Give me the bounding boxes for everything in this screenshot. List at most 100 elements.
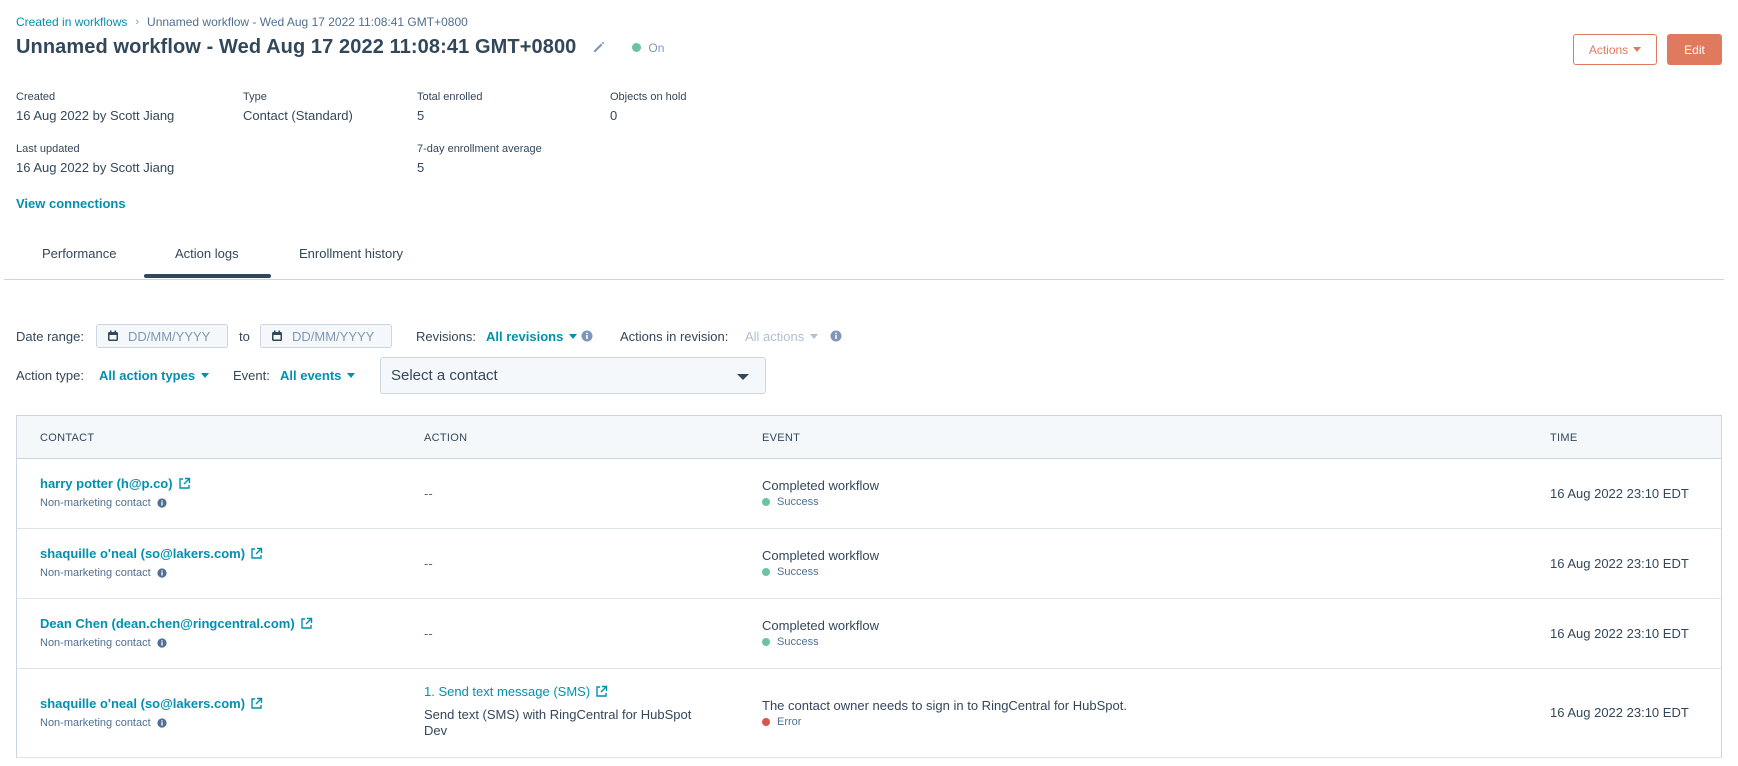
event-status: Error [762, 716, 1127, 728]
detail-value: 16 Aug 2022 by Scott Jiang [16, 160, 175, 175]
action-link-label: 1. Send text message (SMS) [424, 684, 591, 699]
action-cell: -- [424, 486, 433, 501]
contact-cell: harry potter (h@p.co) Non-marketing cont… [40, 476, 191, 509]
view-connections-link[interactable]: View connections [16, 196, 126, 211]
date-to-placeholder: DD/MM/YYYY [292, 328, 375, 344]
contact-link[interactable]: shaquille o'neal (so@lakers.com) [40, 696, 263, 711]
error-dot [762, 718, 770, 726]
action-cell: -- [424, 626, 433, 641]
action-link[interactable]: 1. Send text message (SMS) [424, 684, 714, 699]
event-title: Completed workflow [762, 548, 880, 563]
detail-label: Last updated [16, 143, 80, 155]
event-status-label: Success [777, 496, 819, 508]
time-cell: 16 Aug 2022 23:10 EDT [1550, 486, 1689, 501]
detail-value: Contact (Standard) [243, 108, 353, 123]
info-icon[interactable] [157, 638, 167, 648]
event-cell: Completed workflow Success [762, 478, 879, 508]
contact-type: Non-marketing contact [40, 717, 263, 729]
contact-select-placeholder: Select a contact [391, 367, 498, 384]
event-status-label: Error [777, 716, 802, 728]
caret-down-icon [1633, 47, 1642, 52]
event-status: Success [762, 566, 879, 578]
column-header-event: EVENT [762, 432, 801, 444]
date-range-label: Date range: [16, 329, 84, 344]
action-type-dropdown[interactable]: All action types [99, 368, 210, 383]
caret-down-icon [569, 334, 578, 339]
action-cell: 1. Send text message (SMS) Send text (SM… [424, 684, 714, 739]
actions-in-revision-dropdown: All actions [745, 329, 819, 344]
contact-type-label: Non-marketing contact [40, 637, 151, 649]
breadcrumb: Created in workflows › Unnamed workflow … [16, 15, 468, 29]
contact-link[interactable]: Dean Chen (dean.chen@ringcentral.com) [40, 616, 313, 631]
status-dot [632, 43, 642, 52]
table-row: shaquille o'neal (so@lakers.com) Non-mar… [17, 669, 1721, 758]
event-status-label: Success [777, 566, 819, 578]
info-icon[interactable] [581, 330, 593, 342]
detail-type: Type Contact (Standard) [243, 91, 353, 123]
chevron-right-icon: › [135, 16, 140, 28]
actions-in-revision-label: Actions in revision: [620, 329, 729, 344]
caret-down-icon [201, 373, 210, 378]
contact-name: shaquille o'neal (so@lakers.com) [40, 696, 246, 711]
table-row: Dean Chen (dean.chen@ringcentral.com) No… [17, 599, 1721, 669]
contact-type-label: Non-marketing contact [40, 567, 151, 579]
contact-type: Non-marketing contact [40, 497, 191, 509]
active-tab-indicator [144, 274, 271, 278]
info-icon[interactable] [830, 330, 842, 342]
actions-dropdown-button[interactable]: Actions [1573, 34, 1657, 65]
contact-link[interactable]: harry potter (h@p.co) [40, 476, 191, 491]
detail-label: Created [16, 91, 56, 103]
info-icon[interactable] [157, 568, 167, 578]
contact-link[interactable]: shaquille o'neal (so@lakers.com) [40, 546, 263, 561]
detail-value: 5 [417, 160, 425, 175]
table-header: CONTACT ACTION EVENT TIME [17, 416, 1721, 459]
success-dot [762, 498, 770, 506]
column-header-action: ACTION [424, 432, 468, 444]
contact-select[interactable]: Select a contact [380, 357, 766, 394]
revisions-label: Revisions: [416, 329, 476, 344]
edit-button[interactable]: Edit [1667, 34, 1722, 65]
time-cell: 16 Aug 2022 23:10 EDT [1550, 705, 1689, 720]
event-dropdown[interactable]: All events [280, 368, 356, 383]
detail-value: 16 Aug 2022 by Scott Jiang [16, 108, 175, 123]
event-cell: The contact owner needs to sign in to Ri… [762, 698, 1127, 728]
status-label: On [648, 40, 665, 55]
revisions-value: All revisions [486, 329, 564, 344]
external-link-icon [250, 547, 263, 560]
contact-name: Dean Chen (dean.chen@ringcentral.com) [40, 616, 295, 631]
event-cell: Completed workflow Success [762, 548, 879, 578]
info-icon[interactable] [157, 498, 167, 508]
actions-in-revision-value: All actions [745, 329, 805, 344]
external-link-icon [595, 685, 608, 698]
table-row: harry potter (h@p.co) Non-marketing cont… [17, 459, 1721, 529]
detail-created: Created 16 Aug 2022 by Scott Jiang [16, 91, 174, 123]
detail-enrollment-average: 7-day enrollment average 5 [417, 143, 542, 175]
info-icon[interactable] [157, 718, 167, 728]
calendar-icon [107, 330, 120, 343]
date-to-input[interactable]: DD/MM/YYYY [260, 324, 392, 348]
success-dot [762, 638, 770, 646]
revisions-dropdown[interactable]: All revisions [486, 329, 578, 344]
external-link-icon [250, 697, 263, 710]
pencil-icon[interactable] [592, 40, 608, 56]
breadcrumb-parent-link[interactable]: Created in workflows [16, 15, 127, 29]
detail-objects-on-hold: Objects on hold 0 [610, 91, 686, 123]
detail-last-updated: Last updated 16 Aug 2022 by Scott Jiang [16, 143, 174, 175]
table-row: shaquille o'neal (so@lakers.com) Non-mar… [17, 529, 1721, 599]
event-value: All events [280, 368, 342, 383]
actions-button-label: Actions [1588, 42, 1629, 57]
detail-label: Type [243, 91, 267, 103]
external-link-icon [300, 617, 313, 630]
caret-down-icon [347, 373, 356, 378]
contact-type-label: Non-marketing contact [40, 717, 151, 729]
detail-value: 0 [610, 108, 618, 123]
date-from-input[interactable]: DD/MM/YYYY [96, 324, 228, 348]
tab-enrollment-history[interactable]: Enrollment history [299, 246, 403, 280]
date-from-placeholder: DD/MM/YYYY [128, 328, 211, 344]
contact-type: Non-marketing contact [40, 637, 313, 649]
time-cell: 16 Aug 2022 23:10 EDT [1550, 626, 1689, 641]
tab-performance[interactable]: Performance [42, 246, 116, 280]
calendar-icon [271, 330, 284, 343]
contact-type: Non-marketing contact [40, 567, 263, 579]
action-logs-table: CONTACT ACTION EVENT TIME harry potter (… [16, 415, 1722, 758]
